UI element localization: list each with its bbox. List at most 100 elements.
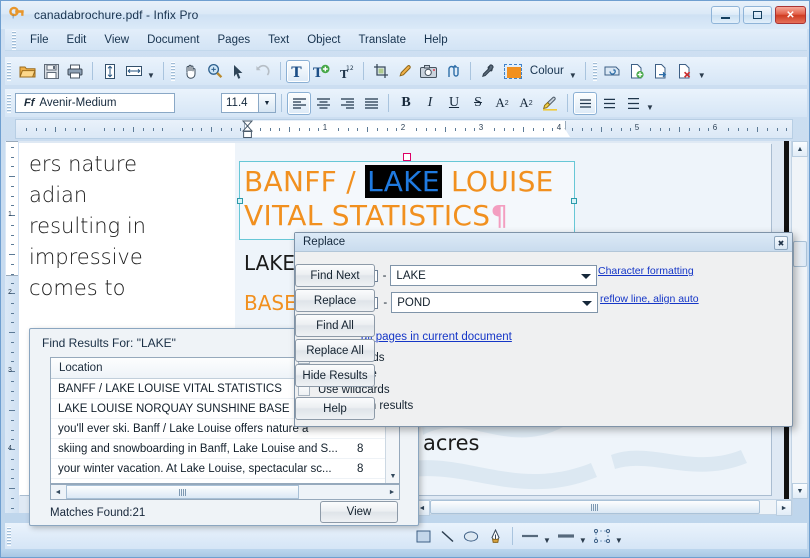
colour-swatch-icon[interactable] — [500, 60, 526, 83]
toolbar-grip-3[interactable] — [593, 62, 597, 81]
heading-selected-word[interactable]: LAKE — [365, 165, 442, 198]
scroll-up-button[interactable]: ▲ — [792, 141, 808, 157]
crop-icon[interactable] — [369, 60, 393, 83]
align-center-button[interactable] — [311, 92, 335, 115]
save-icon[interactable] — [39, 60, 63, 83]
font-size-input[interactable]: 11.4 — [221, 93, 259, 113]
find-results-horizontal-scrollbar[interactable]: ◄ ► — [50, 484, 400, 500]
reflow-icon[interactable] — [441, 60, 465, 83]
toolbar-grip-1[interactable] — [7, 62, 11, 81]
help-button[interactable]: Help — [295, 397, 375, 420]
vertical-ruler[interactable]: 1234 — [5, 141, 19, 513]
replace-all-button[interactable]: Replace All — [295, 339, 375, 362]
undo-icon[interactable] — [251, 60, 275, 83]
menu-view[interactable]: View — [95, 31, 138, 49]
add-page-icon[interactable] — [625, 60, 649, 83]
export-page-icon[interactable] — [649, 60, 673, 83]
font-size-dropdown-icon[interactable]: ▼ — [259, 93, 276, 113]
menu-help[interactable]: Help — [415, 31, 457, 49]
replace-button[interactable]: Replace — [295, 289, 375, 312]
menu-edit[interactable]: Edit — [58, 31, 96, 49]
fit-dropdown-icon[interactable]: ▼ — [147, 71, 155, 80]
colour-dropdown-icon[interactable]: ▼ — [569, 71, 577, 80]
select-arrow-icon[interactable] — [227, 60, 251, 83]
underline-button[interactable]: U — [442, 92, 466, 115]
menu-pages[interactable]: Pages — [209, 31, 260, 49]
highlight-icon[interactable] — [393, 60, 417, 83]
line-weight-icon[interactable] — [554, 525, 578, 548]
eyedropper-icon[interactable] — [476, 60, 500, 83]
text-tool-icon[interactable]: T — [286, 60, 310, 83]
replace-dialog[interactable]: Replace ✖ Find: ✔ - LAKE Replace: ✔ - PO… — [294, 232, 793, 427]
strikethrough-button[interactable]: S — [466, 92, 490, 115]
scroll-right-button[interactable]: ► — [776, 500, 792, 516]
character-formatting-link[interactable]: Character formatting — [598, 265, 694, 277]
page-dropdown-icon[interactable]: ▼ — [698, 71, 706, 80]
replace-dropdown-icon[interactable] — [582, 301, 592, 306]
rectangle-tool-icon[interactable] — [411, 525, 435, 548]
document-vertical-scrollbar[interactable]: ▲ ▼ — [791, 141, 807, 499]
replace-dialog-titlebar[interactable]: Replace — [295, 233, 792, 252]
menu-object[interactable]: Object — [298, 31, 349, 49]
align-left-button[interactable] — [287, 92, 311, 115]
line-spacing-single-button[interactable] — [573, 92, 597, 115]
table-row[interactable]: skiing and snowboarding in Banff, Lake L… — [51, 439, 399, 459]
toolbar-grip-2[interactable] — [171, 62, 175, 81]
hide-results-button[interactable]: Hide Results — [295, 364, 375, 387]
line-style-icon[interactable] — [518, 525, 542, 548]
delete-page-icon[interactable] — [673, 60, 697, 83]
bold-button[interactable]: B — [394, 92, 418, 115]
new-text-icon[interactable]: T — [310, 60, 334, 83]
line-weight-dropdown-icon[interactable]: ▼ — [579, 536, 587, 545]
text-highlight-button[interactable] — [538, 92, 562, 115]
pen-tool-icon[interactable] — [483, 525, 507, 548]
results-hscroll-thumb[interactable] — [66, 485, 299, 499]
subscript-button[interactable]: A2 — [514, 92, 538, 115]
menu-grip[interactable] — [12, 31, 16, 50]
document-horizontal-scrollbar[interactable]: ◄ ► — [413, 499, 793, 515]
resize-handle-left[interactable] — [237, 198, 243, 204]
find-next-button[interactable]: Find Next — [295, 264, 375, 287]
print-icon[interactable] — [63, 60, 87, 83]
all-pages-link[interactable]: all pages in current document — [361, 331, 512, 343]
open-folder-icon[interactable] — [15, 60, 39, 83]
scroll-down-button[interactable]: ▼ — [792, 483, 808, 499]
line-spacing-dropdown-icon[interactable]: ▼ — [646, 103, 654, 112]
ellipse-tool-icon[interactable] — [459, 525, 483, 548]
drawbar-overflow-icon[interactable]: ▼ — [615, 536, 623, 545]
menu-text[interactable]: Text — [259, 31, 298, 49]
resize-handle-right[interactable] — [571, 198, 577, 204]
vertical-scroll-thumb[interactable] — [793, 241, 807, 267]
results-scroll-down-button[interactable]: ▼ — [386, 470, 400, 483]
menu-translate[interactable]: Translate — [349, 31, 415, 49]
results-scroll-right-button[interactable]: ► — [385, 485, 399, 499]
first-line-indent-marker[interactable] — [242, 120, 253, 139]
menu-file[interactable]: File — [21, 31, 58, 49]
camera-snapshot-icon[interactable] — [417, 60, 441, 83]
results-scroll-left-button[interactable]: ◄ — [51, 485, 65, 499]
line-spacing-15-button[interactable] — [597, 92, 621, 115]
italic-button[interactable]: I — [418, 92, 442, 115]
hand-tool-icon[interactable] — [179, 60, 203, 83]
shape-fill-icon[interactable] — [590, 525, 614, 548]
refresh-page-icon[interactable] — [601, 60, 625, 83]
view-button[interactable]: View — [320, 501, 398, 523]
find-all-button[interactable]: Find All — [295, 314, 375, 337]
fit-width-icon[interactable] — [122, 60, 146, 83]
close-button[interactable]: ✕ — [775, 6, 806, 24]
table-row[interactable]: your winter vacation. At Lake Louise, sp… — [51, 459, 399, 479]
font-family-input[interactable]: Ff Avenir-Medium — [15, 93, 175, 113]
maximize-button[interactable] — [743, 6, 772, 24]
line-tool-icon[interactable] — [435, 525, 459, 548]
horizontal-scroll-thumb[interactable] — [430, 500, 760, 514]
superscript-button[interactable]: A2 — [490, 92, 514, 115]
fit-page-icon[interactable] — [98, 60, 122, 83]
drawbar-grip[interactable] — [7, 527, 11, 546]
format-toolbar-grip[interactable] — [7, 94, 11, 113]
align-justify-button[interactable] — [359, 92, 383, 115]
align-right-button[interactable] — [335, 92, 359, 115]
horizontal-ruler[interactable]: 123456 — [15, 119, 793, 139]
line-style-dropdown-icon[interactable]: ▼ — [543, 536, 551, 545]
text-order-icon[interactable]: T123 — [334, 60, 358, 83]
zoom-tool-icon[interactable] — [203, 60, 227, 83]
